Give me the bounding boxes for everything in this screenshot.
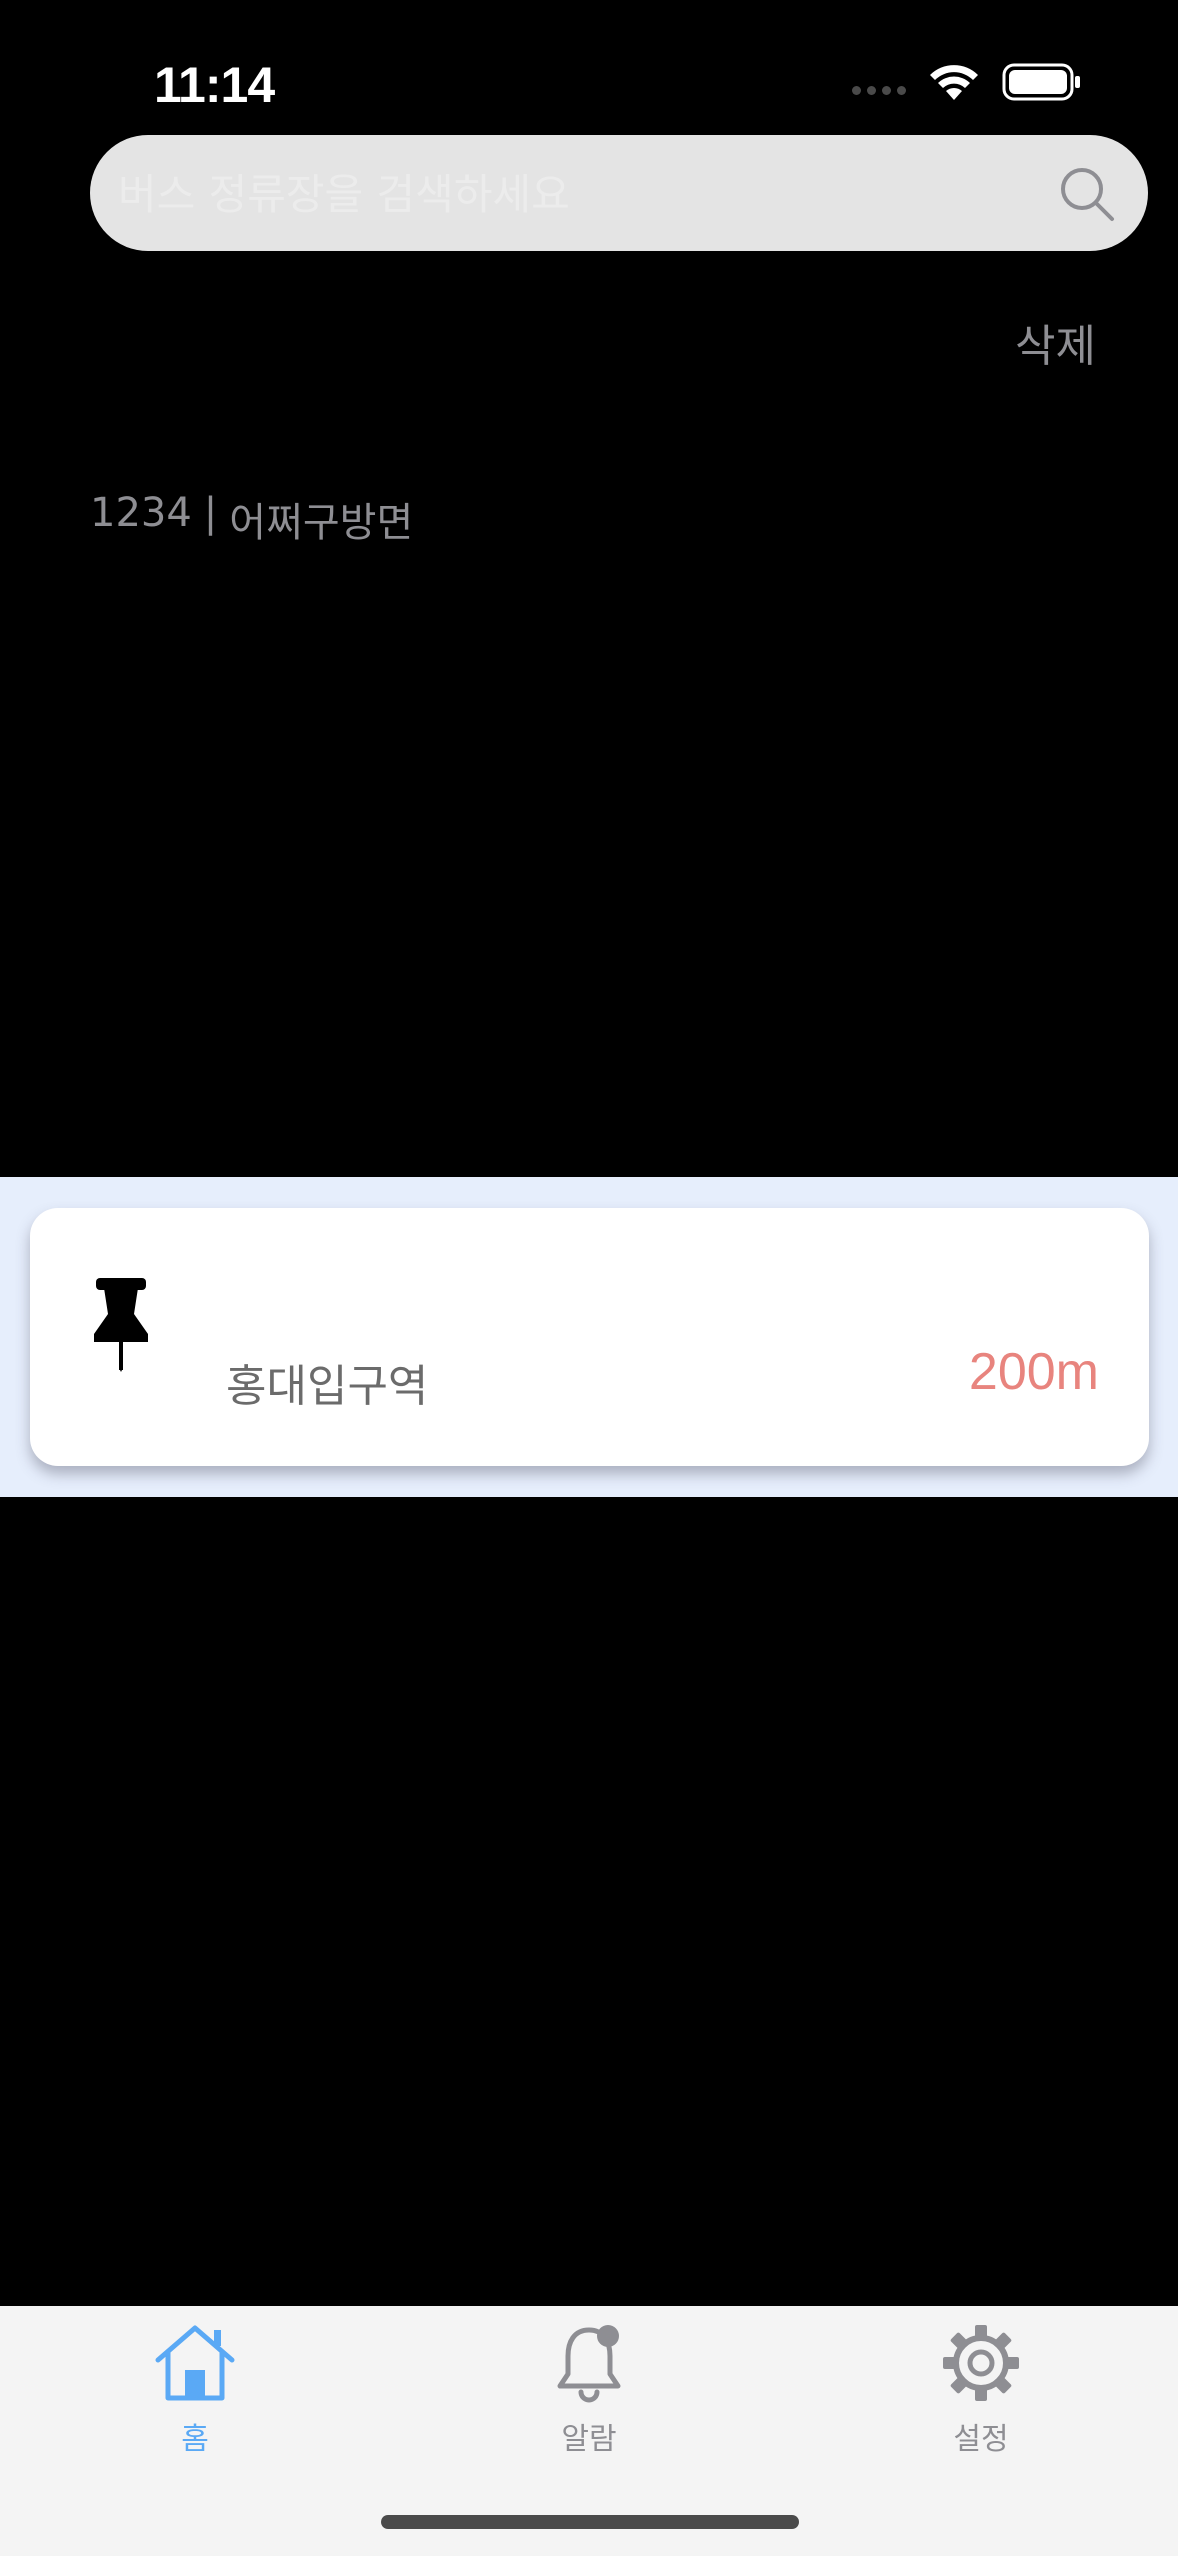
search-input[interactable] xyxy=(116,135,1020,253)
tab-alarm[interactable]: 알람 xyxy=(489,2320,689,2470)
search-icon[interactable] xyxy=(1058,165,1116,223)
pushpin-icon xyxy=(94,1278,148,1372)
tab-home[interactable]: 홈 xyxy=(95,2320,295,2470)
status-bar-time: 11:14 xyxy=(154,57,275,113)
gear-icon xyxy=(943,2325,1019,2401)
recent-search-item[interactable]: 1234 | 어쩌구방면 xyxy=(90,490,413,548)
place-distance: 200m xyxy=(968,1343,1099,1401)
delete-button[interactable]: 삭제 xyxy=(1015,310,1096,374)
house-icon xyxy=(155,2325,235,2401)
tab-alarm-label: 알람 xyxy=(561,2422,617,2457)
stop-direction: 어쩌구방면 xyxy=(229,500,414,546)
battery-icon xyxy=(1002,63,1080,101)
tab-settings[interactable]: 설정 xyxy=(881,2320,1081,2470)
bell-icon xyxy=(557,2325,621,2403)
status-bar-indicators xyxy=(852,62,1082,102)
home-indicator[interactable] xyxy=(381,2515,799,2529)
place-card-container: 홍대입구역 200m xyxy=(0,1177,1178,1497)
stop-number: 1234 xyxy=(90,490,192,536)
tab-home-label: 홈 xyxy=(181,2422,209,2457)
tab-settings-label: 설정 xyxy=(953,2422,1009,2457)
separator: | xyxy=(203,490,218,536)
search-bar[interactable] xyxy=(90,135,1148,253)
cellular-signal-icon xyxy=(852,85,906,95)
place-name: 홍대입구역 xyxy=(226,1361,429,1412)
wifi-icon xyxy=(930,65,978,100)
place-card[interactable]: 홍대입구역 200m xyxy=(30,1208,1149,1466)
tab-bar: 홈 알람 설정 xyxy=(0,2306,1178,2556)
